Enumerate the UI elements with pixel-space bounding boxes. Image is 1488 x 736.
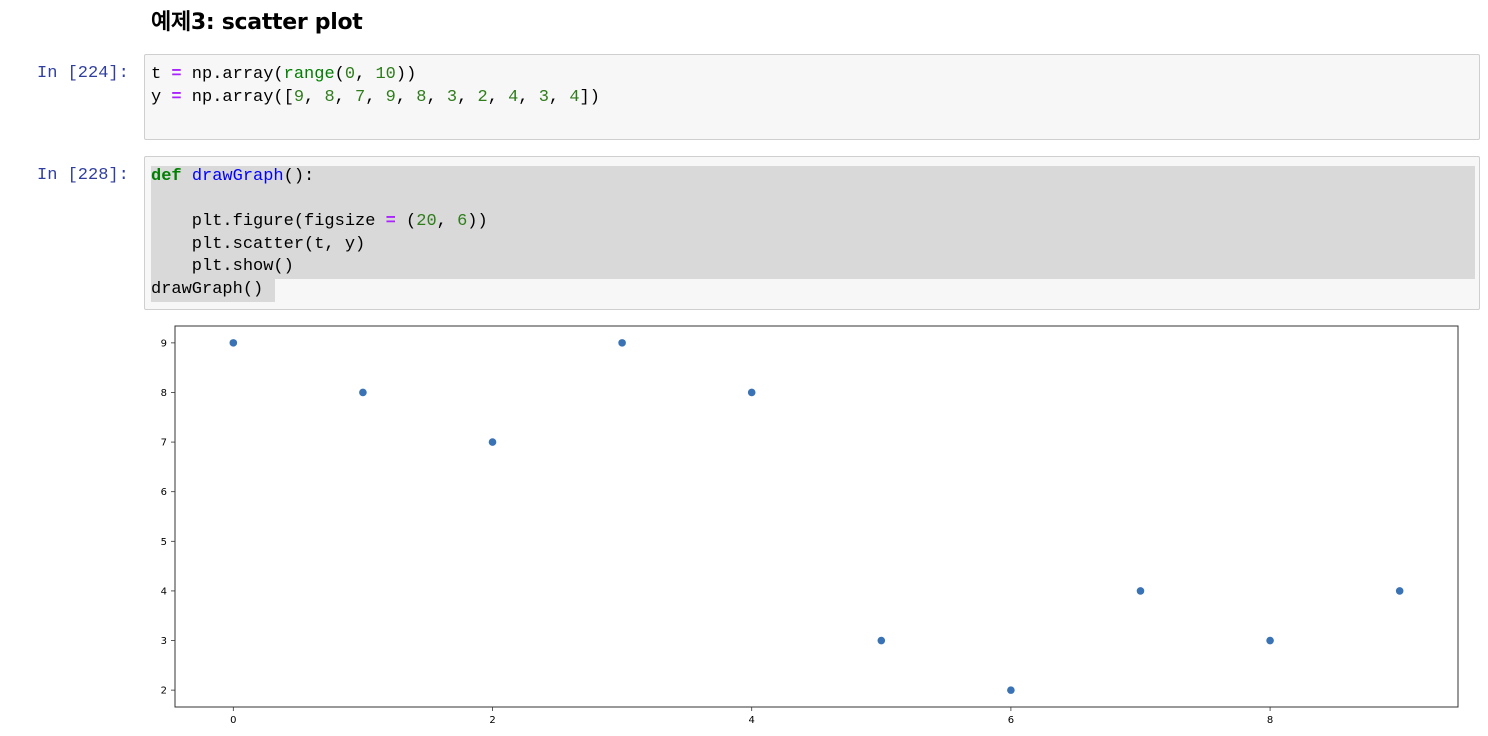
scatter-point — [1007, 686, 1015, 694]
y-tick-label: 9 — [161, 338, 167, 349]
y-tick-label: 2 — [161, 686, 167, 697]
y-tick-label: 7 — [161, 438, 167, 449]
x-tick-label: 2 — [489, 715, 495, 726]
scatter-point — [877, 636, 886, 645]
scatter-point — [1266, 636, 1274, 645]
y-tick-label: 5 — [161, 537, 167, 548]
x-tick-label: 0 — [230, 715, 236, 726]
scatter-point — [1395, 587, 1404, 595]
scatter-point — [618, 339, 626, 347]
plot-frame — [174, 325, 1459, 708]
y-tick-label: 4 — [161, 586, 167, 597]
scatter-point — [1136, 587, 1145, 595]
scatter-point — [229, 339, 238, 347]
scatter-point — [747, 388, 756, 397]
scatter-point — [359, 388, 367, 397]
y-axis: 2 3 4 5 6 7 8 9 — [161, 338, 175, 697]
y-tick-label: 3 — [161, 636, 167, 647]
x-tick-label: 4 — [749, 715, 755, 726]
scatter-plot: 0 2 4 6 8 2 3 4 5 6 7 8 9 — [161, 325, 1459, 726]
y-tick-label: 8 — [161, 388, 167, 399]
y-tick-label: 6 — [161, 487, 167, 498]
scatter-point — [488, 438, 497, 446]
x-tick-label: 8 — [1267, 715, 1273, 726]
x-tick-label: 6 — [1008, 715, 1014, 726]
x-axis: 0 2 4 6 8 — [230, 707, 1273, 726]
